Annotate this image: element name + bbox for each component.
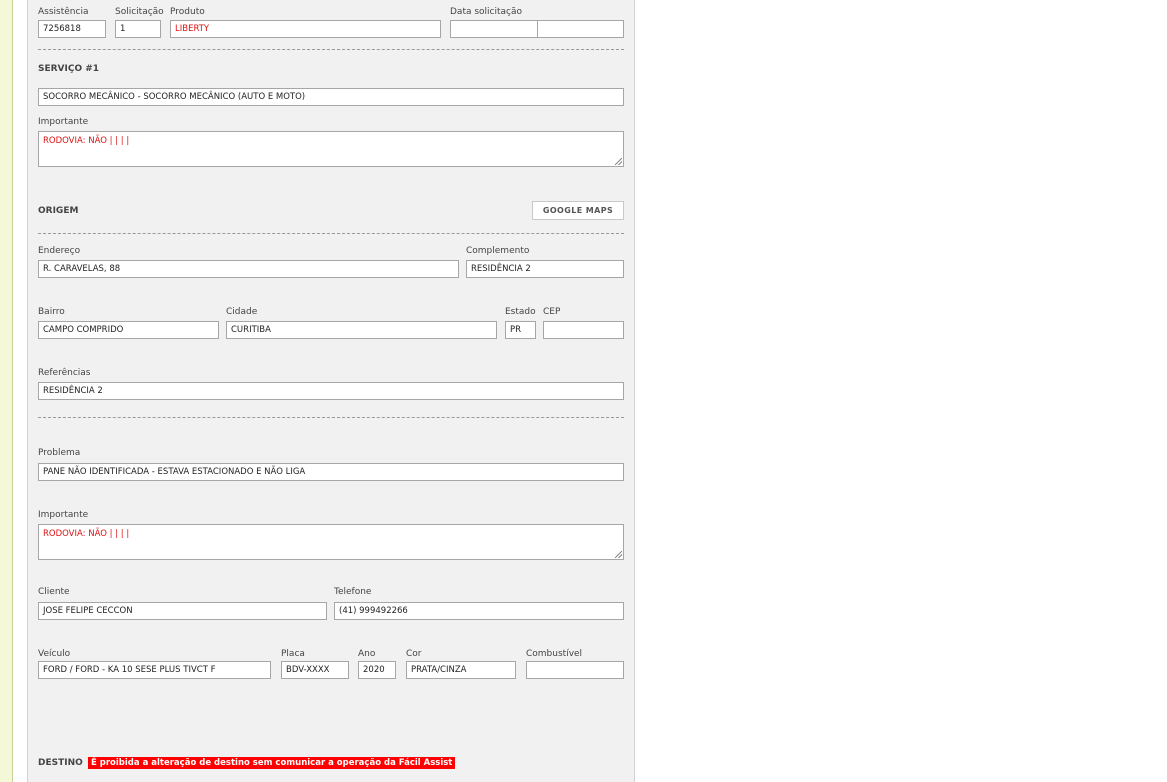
ano-label: Ano: [358, 649, 376, 659]
solicitacao-label: Solicitação: [115, 7, 164, 17]
combustivel-label: Combustível: [526, 649, 583, 659]
estado-input[interactable]: PR: [505, 321, 536, 339]
solicitacao-input[interactable]: 1: [115, 20, 161, 38]
produto-input[interactable]: LIBERTY: [170, 20, 441, 38]
cor-label: Cor: [406, 649, 422, 659]
endereco-label: Endereço: [38, 246, 81, 256]
telefone-label: Telefone: [334, 587, 372, 597]
endereco-input[interactable]: R. CARAVELAS, 88: [38, 260, 459, 278]
cidade-input[interactable]: CURITIBA: [226, 321, 497, 339]
placa-input[interactable]: BDV-XXXX: [281, 661, 349, 679]
complemento-label: Complemento: [466, 246, 530, 256]
cliente-label: Cliente: [38, 587, 70, 597]
origem-title: ORIGEM: [38, 206, 79, 216]
google-maps-button[interactable]: GOOGLE MAPS: [532, 201, 624, 220]
divider: [38, 49, 624, 50]
divider: [38, 417, 624, 418]
assistencia-label: Assistência: [38, 7, 89, 17]
importante-textarea[interactable]: RODOVIA: NÃO | | | |: [38, 131, 624, 167]
left-sidebar-strip: [0, 0, 13, 782]
data-solicitacao-label: Data solicitação: [450, 7, 523, 17]
problema-label: Problema: [38, 448, 81, 458]
combustivel-input[interactable]: [526, 661, 624, 679]
bairro-input[interactable]: CAMPO COMPRIDO: [38, 321, 219, 339]
importante-label-2: Importante: [38, 510, 89, 520]
data-solicitacao-date-input[interactable]: [450, 20, 538, 38]
servico-title: SERVIÇO #1: [38, 64, 100, 74]
data-solicitacao-time-input[interactable]: [537, 20, 624, 38]
cliente-input[interactable]: JOSE FELIPE CECCON: [38, 602, 327, 620]
estado-label: Estado: [505, 307, 536, 317]
veiculo-input[interactable]: FORD / FORD - KA 10 SESE PLUS TIVCT F: [38, 661, 271, 679]
referencias-label: Referências: [38, 368, 91, 378]
resize-grip-icon[interactable]: [615, 551, 622, 558]
complemento-input[interactable]: RESIDÊNCIA 2: [466, 260, 624, 278]
cep-input[interactable]: [543, 321, 624, 339]
service-form-panel: Assistência 7256818 Solicitação 1 Produt…: [27, 0, 635, 782]
produto-label: Produto: [170, 7, 205, 17]
destino-warning-badge: É proibida a alteração de destino sem co…: [88, 757, 456, 769]
destino-title: DESTINO: [38, 758, 83, 768]
referencias-input[interactable]: RESIDÊNCIA 2: [38, 382, 624, 400]
servico-input[interactable]: SOCORRO MECÂNICO - SOCORRO MECÂNICO (AUT…: [38, 88, 624, 106]
importante-textarea-2[interactable]: RODOVIA: NÃO | | | |: [38, 524, 624, 560]
cidade-label: Cidade: [226, 307, 258, 317]
importante-text: RODOVIA: NÃO | | | |: [43, 136, 130, 146]
bairro-label: Bairro: [38, 307, 65, 317]
ano-input[interactable]: 2020: [358, 661, 396, 679]
veiculo-label: Veículo: [38, 649, 71, 659]
importante-label: Importante: [38, 117, 89, 127]
resize-grip-icon[interactable]: [615, 158, 622, 165]
cor-input[interactable]: PRATA/CINZA: [406, 661, 516, 679]
assistencia-input[interactable]: 7256818: [38, 20, 106, 38]
telefone-input[interactable]: (41) 999492266: [334, 602, 624, 620]
placa-label: Placa: [281, 649, 305, 659]
cep-label: CEP: [543, 307, 561, 317]
problema-input[interactable]: PANE NÃO IDENTIFICADA - ESTAVA ESTACIONA…: [38, 463, 624, 481]
divider: [38, 233, 624, 234]
importante-text-2: RODOVIA: NÃO | | | |: [43, 529, 130, 539]
